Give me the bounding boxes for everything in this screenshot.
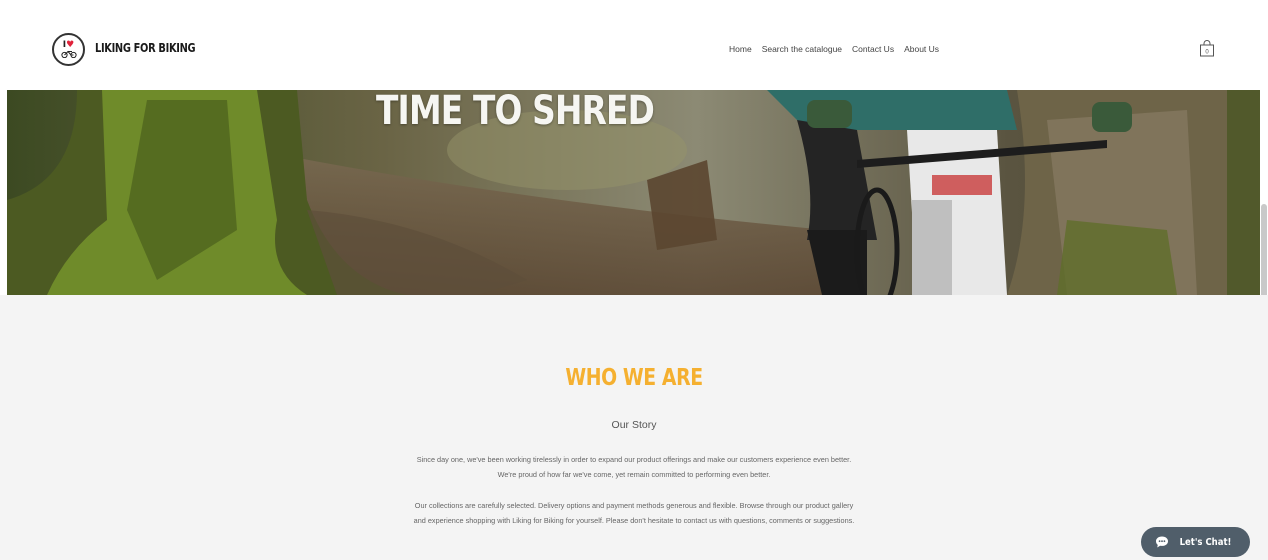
chat-bubble-icon [1156, 536, 1168, 548]
chat-label: Let's Chat! [1179, 536, 1232, 548]
site-header: I♥ LIKING FOR BIKING Home Search the cat… [0, 0, 1268, 90]
main-nav: Home Search the catalogue Contact Us Abo… [729, 44, 939, 54]
cart-count: 0 [1205, 50, 1209, 56]
about-section: WHO WE ARE Our Story Since day one, we'v… [0, 295, 1268, 560]
nav-item-home[interactable]: Home [729, 44, 752, 54]
about-heading: WHO WE ARE [565, 365, 703, 391]
heart-bike-logo-icon[interactable]: I♥ [52, 33, 85, 66]
cart-button[interactable]: 0 [1199, 40, 1215, 57]
about-paragraph-2: Our collections are carefully selected. … [413, 501, 855, 525]
nav-item-about-us[interactable]: About Us [904, 44, 939, 54]
chat-button[interactable]: Let's Chat! [1141, 527, 1250, 557]
shopping-bag-icon: 0 [1200, 40, 1214, 57]
bike-icon [60, 50, 77, 58]
about-paragraph-1: Since day one, we've been working tirele… [416, 455, 852, 479]
nav-item-contact-us[interactable]: Contact Us [852, 44, 894, 54]
hero-banner: TIME TO SHRED [7, 90, 1260, 295]
hero-title: TIME TO SHRED [376, 90, 655, 134]
brand-name[interactable]: LIKING FOR BIKING [95, 41, 196, 55]
heart-icon: ♥ [66, 40, 75, 50]
nav-item-search-catalogue[interactable]: Search the catalogue [762, 44, 842, 54]
about-subheading: Our Story [611, 419, 657, 431]
